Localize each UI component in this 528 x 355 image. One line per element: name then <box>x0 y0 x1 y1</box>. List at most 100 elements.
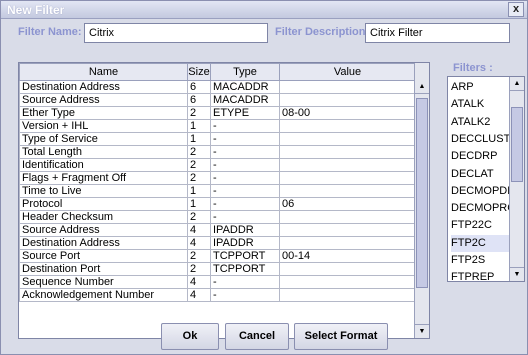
table-row[interactable]: Destination Address 4 IPADDR <box>19 236 416 250</box>
cell-type[interactable]: - <box>210 145 280 159</box>
cell-value[interactable] <box>279 288 416 302</box>
cell-type[interactable]: - <box>210 288 280 302</box>
scroll-down-icon[interactable]: ▼ <box>510 267 524 281</box>
cell-size[interactable]: 2 <box>187 158 211 172</box>
cell-size[interactable]: 1 <box>187 184 211 198</box>
table-row[interactable]: Protocol 1-06 <box>19 197 416 211</box>
table-row[interactable]: Version + IHL 1- <box>19 119 416 133</box>
cell-size[interactable]: 1 <box>187 197 211 211</box>
filter-list-item[interactable]: DECDRP <box>451 148 511 165</box>
cell-type[interactable]: TCPPORT <box>210 262 280 276</box>
close-icon[interactable]: x <box>508 2 524 17</box>
cell-name[interactable]: Source Address <box>19 93 188 107</box>
scroll-down-icon[interactable]: ▼ <box>415 324 429 338</box>
cell-name[interactable]: Header Checksum <box>19 210 188 224</box>
cell-type[interactable]: MACADDR <box>210 80 280 94</box>
cell-name[interactable]: Source Port <box>19 249 188 263</box>
table-row[interactable]: Source Address 4 IPADDR <box>19 223 416 237</box>
column-header-value[interactable]: Value <box>279 63 416 81</box>
column-header-name[interactable]: Name <box>19 63 188 81</box>
cell-name[interactable]: Sequence Number <box>19 275 188 289</box>
cell-name[interactable]: Protocol <box>19 197 188 211</box>
cell-value[interactable] <box>279 132 416 146</box>
cell-size[interactable]: 4 <box>187 275 211 289</box>
table-row[interactable]: Source Address 6 MACADDR <box>19 93 416 107</box>
filter-list-item[interactable]: DECCLUST <box>451 131 511 148</box>
cell-name[interactable]: Destination Port <box>19 262 188 276</box>
filters-list[interactable]: ARP ATALK ATALK2 DECCLUST DECDRP DECLAT DECMOP… <box>447 76 525 282</box>
cell-value[interactable]: 00-14 <box>279 249 416 263</box>
cell-value[interactable] <box>279 80 416 94</box>
filter-list-item[interactable]: FTP2C <box>451 234 511 252</box>
table-row[interactable]: Sequence Number 4- <box>19 275 416 289</box>
table-row[interactable]: Source Port 2 TCPPORT 00-14 <box>19 249 416 263</box>
cell-value[interactable] <box>279 119 416 133</box>
cell-value[interactable]: 08-00 <box>279 106 416 120</box>
cell-name[interactable]: Total Length <box>19 145 188 159</box>
scrollbar-thumb[interactable] <box>416 98 428 288</box>
cell-name[interactable]: Flags + Fragment Off <box>19 171 188 185</box>
table-scrollbar[interactable]: ▲ ▼ <box>414 63 429 338</box>
cell-type[interactable]: ETYPE <box>210 106 280 120</box>
cell-value[interactable] <box>279 275 416 289</box>
cell-name[interactable]: Acknowledgement Number <box>19 288 188 302</box>
cell-name[interactable]: Destination Address <box>19 80 188 94</box>
cell-type[interactable]: - <box>210 158 280 172</box>
table-row[interactable]: Flags + Fragment Off 2- <box>19 171 416 185</box>
cell-type[interactable]: - <box>210 171 280 185</box>
cell-type[interactable]: TCPPORT <box>210 249 280 263</box>
cell-type[interactable]: - <box>210 132 280 146</box>
cell-name[interactable]: Source Address <box>19 223 188 237</box>
cell-type[interactable]: - <box>210 184 280 198</box>
cell-size[interactable]: 1 <box>187 119 211 133</box>
cell-name[interactable]: Ether Type <box>19 106 188 120</box>
table-row[interactable]: Acknowledgement Number 4- <box>19 288 416 302</box>
cell-size[interactable]: 4 <box>187 236 211 250</box>
filter-list-item[interactable]: FTP2S <box>451 252 511 269</box>
table-row[interactable]: Destination Address 6 MACADDR <box>19 80 416 94</box>
column-header-size[interactable]: Size <box>187 63 211 81</box>
table-row[interactable]: Header Checksum 2- <box>19 210 416 224</box>
filter-list-item[interactable]: ATALK2 <box>451 114 511 131</box>
cell-value[interactable] <box>279 236 416 250</box>
cell-type[interactable]: IPADDR <box>210 223 280 237</box>
filter-list-item[interactable]: DECMOPDL <box>451 183 513 200</box>
filters-scrollbar-thumb[interactable] <box>511 107 523 182</box>
cell-size[interactable]: 2 <box>187 249 211 263</box>
cell-size[interactable]: 2 <box>187 106 211 120</box>
cell-name[interactable]: Type of Service <box>19 132 188 146</box>
table-row[interactable]: Total Length 2- <box>19 145 416 159</box>
cell-type[interactable]: IPADDR <box>210 236 280 250</box>
cell-name[interactable]: Version + IHL <box>19 119 188 133</box>
cell-type[interactable]: - <box>210 197 280 211</box>
cell-size[interactable]: 2 <box>187 171 211 185</box>
table-row[interactable]: Time to Live 1- <box>19 184 416 198</box>
cell-size[interactable]: 2 <box>187 210 211 224</box>
cell-value[interactable] <box>279 262 416 276</box>
cell-value[interactable]: 06 <box>279 197 416 211</box>
cell-type[interactable]: - <box>210 210 280 224</box>
table-row[interactable]: Identification 2- <box>19 158 416 172</box>
filter-description-input[interactable]: Citrix Filter <box>365 23 510 43</box>
filter-list-item[interactable]: ATALK <box>451 96 511 113</box>
table-row[interactable]: Ether Type 2 ETYPE 08-00 <box>19 106 416 120</box>
cell-value[interactable] <box>279 158 416 172</box>
title-bar[interactable]: New Filter x <box>1 1 527 19</box>
table-row[interactable]: Type of Service 1- <box>19 132 416 146</box>
cell-value[interactable] <box>279 184 416 198</box>
cell-value[interactable] <box>279 223 416 237</box>
cell-value[interactable] <box>279 210 416 224</box>
filter-list-item[interactable]: DECMOPRC <box>451 200 515 217</box>
column-header-type[interactable]: Type <box>210 63 280 81</box>
cell-name[interactable]: Destination Address <box>19 236 188 250</box>
cell-size[interactable]: 4 <box>187 288 211 302</box>
cell-size[interactable]: 6 <box>187 80 211 94</box>
cell-value[interactable] <box>279 145 416 159</box>
select-format-button[interactable]: Select Format <box>294 323 388 350</box>
filters-scrollbar[interactable]: ▲ ▼ <box>509 77 524 281</box>
filter-list-item[interactable]: ARP <box>451 79 511 96</box>
cell-value[interactable] <box>279 171 416 185</box>
cell-size[interactable]: 1 <box>187 132 211 146</box>
ok-button[interactable]: Ok <box>161 323 219 350</box>
scroll-up-icon[interactable]: ▲ <box>415 80 429 94</box>
